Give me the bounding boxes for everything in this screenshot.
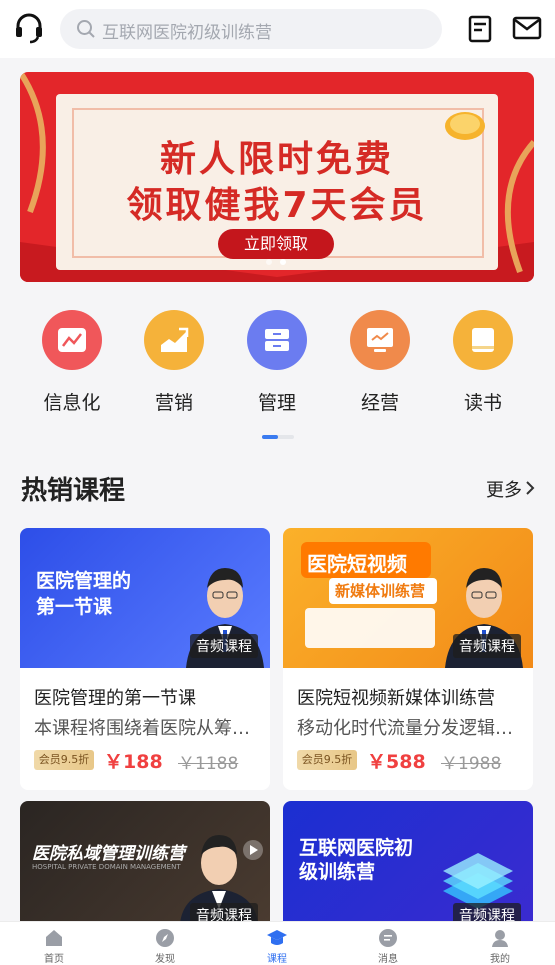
- course-title: 医院管理的第一节课: [34, 688, 196, 709]
- category-reading[interactable]: 读书: [438, 310, 528, 415]
- banner-headline: 新人限时免费: [159, 139, 394, 180]
- course-card[interactable]: 医院管理的 第一节课 音频课程 医院管理的第一节课 本课程将围绕着医院从筹备到运…: [20, 528, 270, 790]
- member-discount-badge: 会员9.5折: [34, 750, 94, 770]
- course-card[interactable]: 互联网医院初 级训练营 音频课程: [283, 801, 533, 921]
- member-discount-badge: 会员9.5折: [297, 750, 357, 770]
- audio-course-tag: 音频课程: [453, 903, 521, 921]
- course-thumbnail: 医院私域管理训练营 HOSPITAL PRIVATE DOMAIN MANAGE…: [20, 801, 270, 921]
- home-icon: [46, 930, 62, 946]
- category-label: 信息化: [43, 392, 101, 414]
- headset-support-icon[interactable]: [14, 12, 44, 44]
- bottom-tab-bar: 首页 发现 课程 消息 我的: [0, 921, 555, 965]
- audio-course-tag: 音频课程: [190, 903, 258, 921]
- tab-label: 消息: [378, 954, 398, 965]
- tab-home[interactable]: 首页: [24, 928, 84, 965]
- profile-icon: [492, 930, 508, 947]
- tab-label: 首页: [44, 954, 64, 965]
- tab-courses[interactable]: 课程: [247, 928, 307, 965]
- chevron-right-icon[interactable]: [525, 480, 535, 496]
- category-operation[interactable]: 经营: [335, 310, 425, 415]
- cabinet-icon: [265, 329, 289, 351]
- tab-messages[interactable]: 消息: [358, 928, 418, 965]
- course-title: 医院短视频新媒体训练营: [297, 688, 495, 709]
- carousel-dot[interactable]: [266, 259, 272, 265]
- audio-course-tag: 音频课程: [190, 634, 258, 658]
- book-icon: [472, 328, 494, 352]
- category-management[interactable]: 管理: [232, 310, 322, 415]
- promo-banner[interactable]: 新人限时免费 领取健我7天会员 立即领取: [20, 72, 534, 282]
- course-description: 移动化时代流量分发逻辑的变化: [297, 718, 521, 739]
- course-description: 本课程将围绕着医院从筹备到运营的全过程: [34, 718, 258, 739]
- course-card[interactable]: 医院短视频 新媒体训练营 音频课程 医院短视频新媒体训练营 移动化时代流量分发逻…: [283, 528, 533, 790]
- search-bar[interactable]: 互联网医院初级训练营: [60, 9, 442, 49]
- compass-icon: [156, 929, 174, 947]
- monitor-icon: [367, 328, 393, 352]
- more-link[interactable]: 更多: [486, 476, 522, 502]
- course-price: ￥588: [367, 751, 426, 773]
- category-label: 营销: [154, 392, 193, 414]
- course-price: ￥188: [104, 751, 163, 773]
- category-marketing[interactable]: 营销: [129, 310, 219, 415]
- tab-label: 课程: [267, 954, 287, 965]
- tab-label: 发现: [155, 954, 175, 965]
- category-label: 管理: [257, 392, 296, 414]
- original-price: ￥1988: [441, 754, 502, 774]
- tab-label: 我的: [490, 954, 510, 965]
- course-thumbnail: 医院管理的 第一节课 音频课程: [20, 528, 270, 668]
- mail-icon[interactable]: [512, 16, 542, 40]
- course-card[interactable]: 医院私域管理训练营 HOSPITAL PRIVATE DOMAIN MANAGE…: [20, 801, 270, 921]
- top-bar: 互联网医院初级训练营: [0, 0, 555, 58]
- category-label: 读书: [463, 392, 502, 414]
- banner-subheadline: 领取健我7天会员: [126, 185, 428, 226]
- category-label: 经营: [360, 392, 399, 414]
- carousel-dots: [266, 250, 294, 269]
- course-thumbnail: 医院短视频 新媒体训练营 音频课程: [283, 528, 533, 668]
- graduation-cap-icon: [267, 930, 287, 945]
- document-icon[interactable]: [468, 15, 492, 43]
- carousel-dot-active[interactable]: [280, 259, 286, 265]
- category-pager: [262, 435, 294, 439]
- tab-discover[interactable]: 发现: [135, 928, 195, 965]
- original-price: ￥1188: [178, 754, 239, 774]
- search-icon: [77, 20, 95, 38]
- audio-course-tag: 音频课程: [453, 634, 521, 658]
- chart-line-icon: [58, 328, 86, 352]
- search-placeholder: 互联网医院初级训练营: [102, 23, 272, 43]
- category-informatization[interactable]: 信息化: [27, 310, 117, 415]
- trend-chart-icon: [161, 327, 189, 352]
- play-icon[interactable]: [242, 839, 264, 861]
- message-icon: [379, 929, 397, 947]
- tab-profile[interactable]: 我的: [470, 928, 530, 965]
- category-grid: 信息化 营销 管理 经营 读书: [0, 310, 555, 420]
- course-thumbnail: 互联网医院初 级训练营 音频课程: [283, 801, 533, 921]
- section-title: 热销课程: [21, 476, 126, 506]
